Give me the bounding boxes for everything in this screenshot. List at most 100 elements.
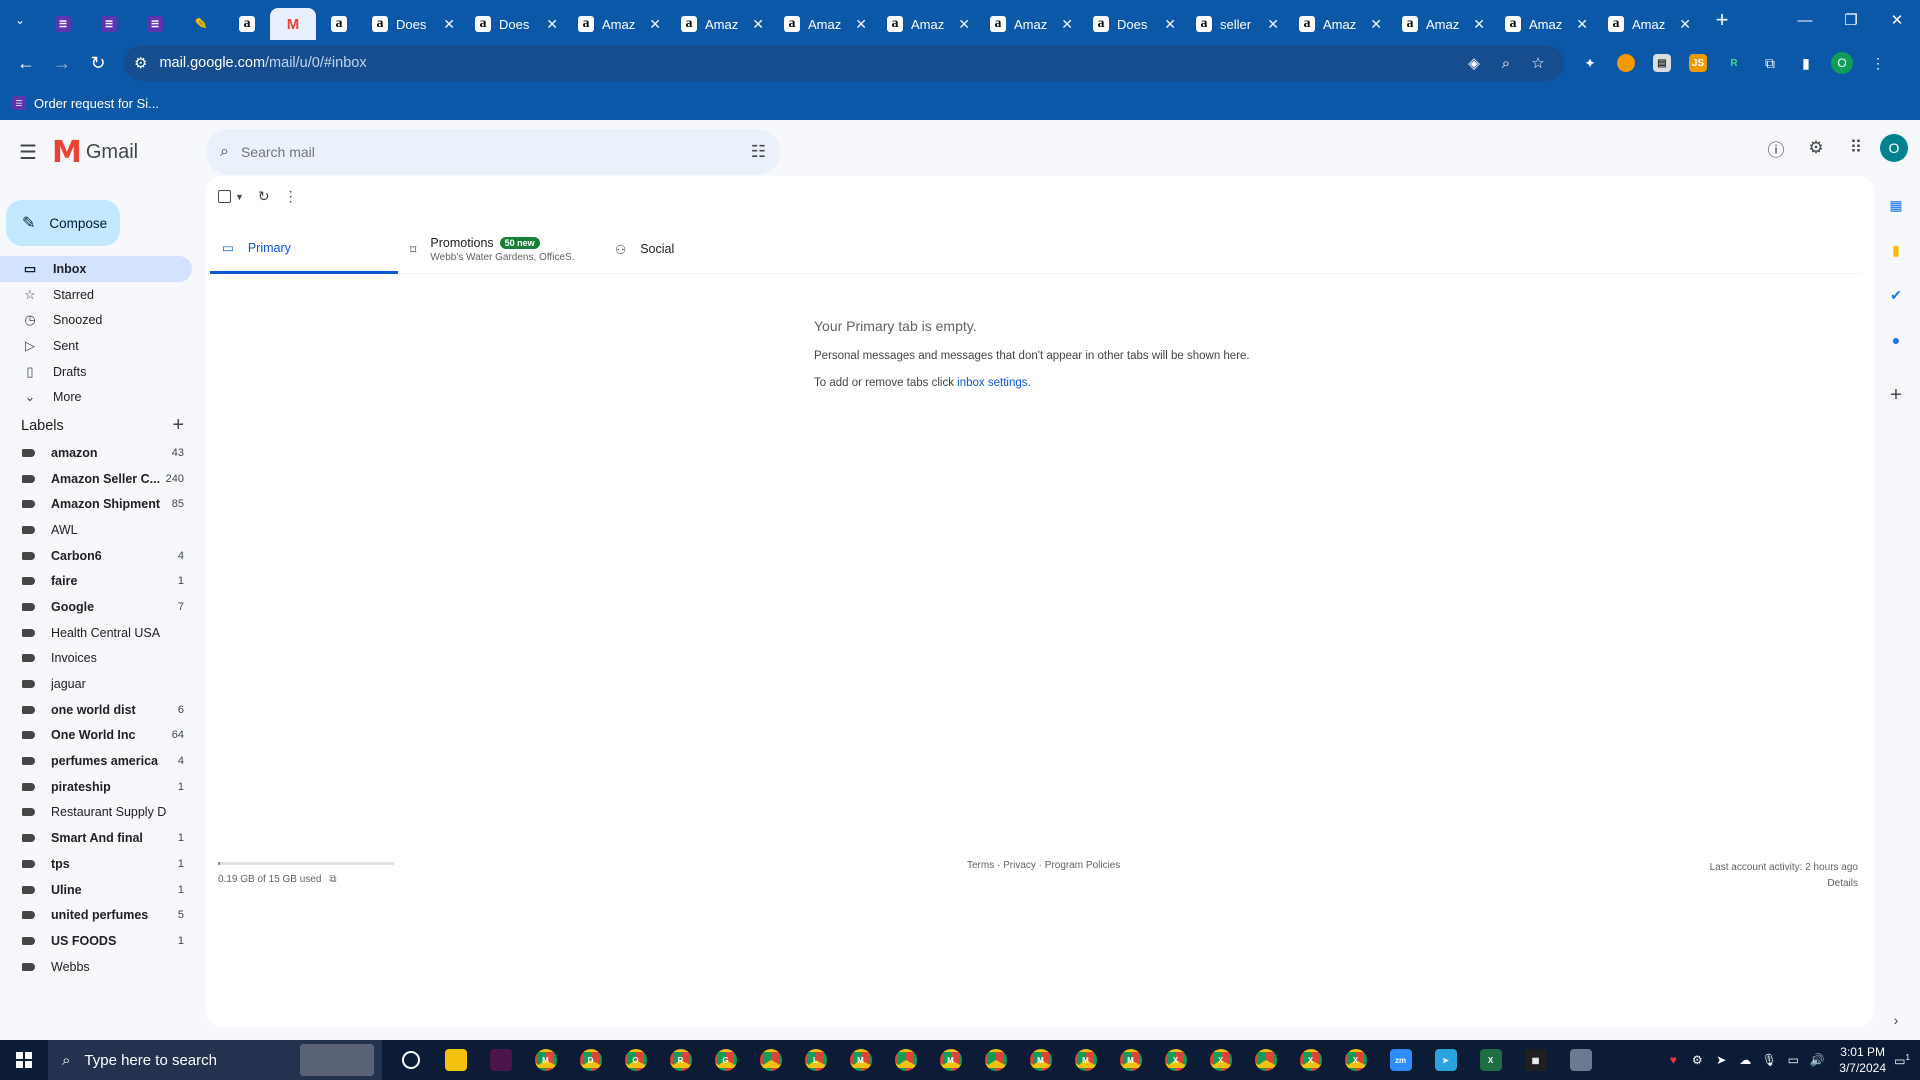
microphone-icon[interactable]: 🎙 xyxy=(1761,1053,1777,1067)
taskbar-app[interactable]: M xyxy=(838,1040,883,1080)
browser-tab[interactable]: M xyxy=(270,8,316,40)
sidebar-item-snoozed[interactable]: ◷ Snoozed xyxy=(0,307,192,333)
label-item[interactable]: AWL xyxy=(0,517,192,543)
label-item[interactable]: tps 1 xyxy=(0,851,192,877)
close-window-icon[interactable]: ✕ xyxy=(1874,0,1920,40)
extension-puzzle-blue-icon[interactable]: ✦ xyxy=(1574,47,1606,79)
sidebar-item-drafts[interactable]: ▯ Drafts xyxy=(0,359,192,385)
label-item[interactable]: Amazon Seller C... 240 xyxy=(0,466,192,492)
label-item[interactable]: one world dist 6 xyxy=(0,697,192,723)
restore-icon[interactable]: ❐ xyxy=(1828,0,1874,40)
sidebar-item-more[interactable]: ⌄ More xyxy=(0,384,192,410)
sidebar-item-inbox[interactable]: ▭ Inbox xyxy=(0,256,192,282)
label-item[interactable]: Amazon Shipment 85 xyxy=(0,491,192,517)
search-icon[interactable]: ⌕ xyxy=(220,143,229,161)
browser-tab[interactable]: a seller ✕ xyxy=(1186,8,1289,40)
search-input[interactable] xyxy=(240,144,751,160)
bookmark-item[interactable]: ☰ Order request for Si... xyxy=(12,96,159,111)
taskbar-app[interactable] xyxy=(1243,1040,1288,1080)
url-text[interactable]: mail.google.com/mail/u/0/#inbox xyxy=(159,55,1458,71)
close-tab-icon[interactable]: ✕ xyxy=(546,16,558,33)
inbox-settings-link[interactable]: inbox settings xyxy=(957,377,1027,389)
taskbar-app[interactable]: M xyxy=(1063,1040,1108,1080)
taskbar-app[interactable]: D xyxy=(568,1040,613,1080)
more-options-icon[interactable]: ⋮ xyxy=(284,188,298,205)
taskbar-app[interactable] xyxy=(1558,1040,1603,1080)
mcafee-icon[interactable]: ♥ xyxy=(1665,1053,1681,1067)
extension-rk-icon[interactable]: R xyxy=(1718,47,1750,79)
label-item[interactable]: Restaurant Supply D xyxy=(0,800,192,826)
add-label-icon[interactable]: + xyxy=(172,414,184,437)
main-menu-icon[interactable]: ☰ xyxy=(4,128,52,176)
browser-tab[interactable]: a xyxy=(224,8,270,40)
reload-icon[interactable]: ↻ xyxy=(80,45,116,81)
browser-tab[interactable]: a Amaz ✕ xyxy=(568,8,671,40)
label-item[interactable]: Invoices xyxy=(0,646,192,672)
taskbar-app[interactable]: M xyxy=(1018,1040,1063,1080)
zoom-icon[interactable]: ⌕ xyxy=(1490,55,1522,72)
browser-tab[interactable]: a Amaz ✕ xyxy=(1392,8,1495,40)
side-panel-icon[interactable]: ▮ xyxy=(1790,47,1822,79)
close-tab-icon[interactable]: ✕ xyxy=(1679,16,1691,33)
taskbar-app[interactable] xyxy=(478,1040,523,1080)
label-item[interactable]: Webbs xyxy=(0,954,192,980)
network-icon[interactable]: ▭ xyxy=(1785,1053,1801,1067)
close-tab-icon[interactable]: ✕ xyxy=(1061,16,1073,33)
close-tab-icon[interactable]: ✕ xyxy=(1473,16,1485,33)
bookmark-star-icon[interactable]: ☆ xyxy=(1522,54,1554,72)
telegram-tray-icon[interactable]: ➤ xyxy=(1713,1053,1729,1067)
forward-icon[interactable]: → xyxy=(44,45,80,81)
browser-tab[interactable]: a Amaz ✕ xyxy=(774,8,877,40)
start-button[interactable] xyxy=(0,1040,48,1080)
tab-promotions[interactable]: ⌑ Promotions 50 new Webb's Water Gardens… xyxy=(398,224,603,274)
tab-social[interactable]: ⚇ Social xyxy=(603,224,783,274)
taskbar-app[interactable]: M xyxy=(523,1040,568,1080)
taskbar-search[interactable]: ⌕ Type here to search xyxy=(48,1040,382,1080)
label-item[interactable]: faire 1 xyxy=(0,568,192,594)
close-tab-icon[interactable]: ✕ xyxy=(1576,16,1588,33)
external-link-icon[interactable]: ⧉ xyxy=(329,874,336,885)
address-bar[interactable]: ⚙ mail.google.com/mail/u/0/#inbox ◈ ⌕ ☆ xyxy=(124,45,1564,81)
browser-tab[interactable]: ☰ xyxy=(86,8,132,40)
label-item[interactable]: Uline 1 xyxy=(0,877,192,903)
calendar-icon[interactable]: ▦ xyxy=(1885,194,1907,216)
eye-icon[interactable]: ◈ xyxy=(1458,54,1490,72)
extension-orange-circle-icon[interactable] xyxy=(1610,47,1642,79)
contacts-icon[interactable]: ● xyxy=(1885,329,1907,351)
taskbar-app[interactable] xyxy=(973,1040,1018,1080)
taskbar-app[interactable]: M xyxy=(1108,1040,1153,1080)
taskbar-app[interactable] xyxy=(388,1040,433,1080)
taskbar-app[interactable]: O xyxy=(613,1040,658,1080)
tasks-icon[interactable]: ✔ xyxy=(1885,284,1907,306)
label-item[interactable]: united perfumes 5 xyxy=(0,902,192,928)
taskbar-app[interactable]: X xyxy=(1288,1040,1333,1080)
google-apps-icon[interactable]: ⠿ xyxy=(1840,132,1872,164)
back-icon[interactable]: ← xyxy=(8,45,44,81)
label-item[interactable]: One World Inc 64 xyxy=(0,723,192,749)
browser-tab[interactable]: a Does ✕ xyxy=(465,8,568,40)
label-item[interactable]: Health Central USA xyxy=(0,620,192,646)
label-item[interactable]: jaguar xyxy=(0,671,192,697)
clock[interactable]: 3:01 PM 3/7/2024 xyxy=(1839,1044,1886,1076)
details-link[interactable]: Details xyxy=(1710,876,1858,892)
profile-avatar[interactable]: O xyxy=(1826,47,1858,79)
close-tab-icon[interactable]: ✕ xyxy=(855,16,867,33)
taskbar-app[interactable] xyxy=(433,1040,478,1080)
support-icon[interactable]: ⓘ xyxy=(1760,132,1792,164)
select-checkbox[interactable]: ▼ xyxy=(218,190,244,203)
search-options-icon[interactable]: ☷ xyxy=(751,142,766,162)
taskbar-app[interactable] xyxy=(748,1040,793,1080)
browser-menu-icon[interactable]: ⋮ xyxy=(1862,47,1894,79)
get-addons-icon[interactable]: + xyxy=(1885,384,1907,406)
close-tab-icon[interactable]: ✕ xyxy=(1164,16,1176,33)
settings-gear-icon[interactable]: ⚙ xyxy=(1689,1053,1705,1067)
label-item[interactable]: amazon 43 xyxy=(0,440,192,466)
browser-tab[interactable]: a Amaz ✕ xyxy=(1495,8,1598,40)
sidebar-item-sent[interactable]: ▷ Sent xyxy=(0,333,192,359)
label-item[interactable]: pirateship 1 xyxy=(0,774,192,800)
browser-tab[interactable]: a Amaz ✕ xyxy=(877,8,980,40)
close-tab-icon[interactable]: ✕ xyxy=(1370,16,1382,33)
taskbar-app[interactable]: ▦ xyxy=(1513,1040,1558,1080)
label-item[interactable]: Google 7 xyxy=(0,594,192,620)
settings-gear-icon[interactable]: ⚙ xyxy=(1800,132,1832,164)
